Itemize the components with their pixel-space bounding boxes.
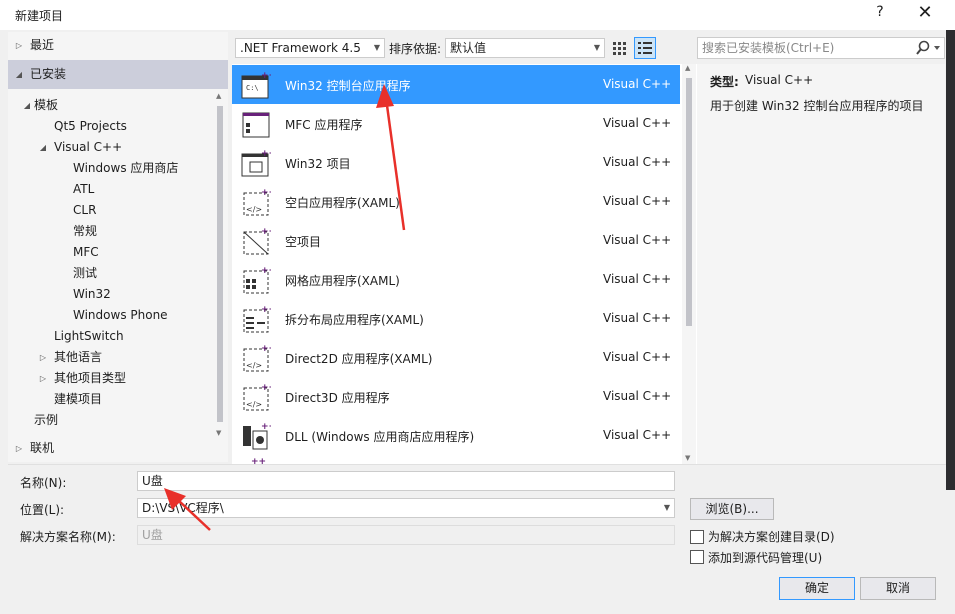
background-window-strip (946, 30, 955, 490)
template-win32-console[interactable]: C:\++ Win32 控制台应用程序 Visual C++ (232, 65, 680, 104)
svg-text:</>: </> (246, 361, 262, 370)
sort-label: 排序依据: (389, 42, 442, 56)
close-button[interactable]: ✕ (912, 2, 938, 26)
template-grid-app-xaml[interactable]: ++ 网格应用程序(XAML) Visual C++ (232, 260, 680, 299)
scroll-thumb[interactable] (217, 106, 223, 422)
template-dll-store[interactable]: ++ DLL (Windows 应用商店应用程序) Visual C++ (232, 416, 680, 455)
tree-item-samples[interactable]: 示例 (34, 410, 58, 431)
expand-right-icon[interactable]: ▷ (38, 368, 48, 389)
help-button[interactable]: ? (868, 4, 892, 26)
solution-name-label: 解决方案名称(M): (20, 530, 116, 544)
svg-text:</>: </> (246, 400, 262, 409)
svg-text:++: ++ (261, 227, 271, 237)
project-name-input[interactable]: U盘 (137, 471, 675, 491)
location-label: 位置(L): (20, 503, 65, 517)
grid-view-icon[interactable] (610, 38, 630, 58)
add-to-scm-checkbox[interactable] (690, 550, 704, 564)
description-panel: 类型: Visual C++ 用于创建 Win32 控制台应用程序的项目 (697, 64, 945, 464)
title-bar (0, 0, 955, 30)
expand-right-icon[interactable]: ▷ (38, 347, 48, 368)
svg-text:++: ++ (261, 71, 271, 81)
chevron-down-icon[interactable]: ▼ (664, 499, 670, 517)
window-title: 新建项目 (15, 9, 64, 23)
tree-item-test[interactable]: 测试 (73, 263, 97, 284)
framework-select[interactable]: .NET Framework 4.5 ▼ (235, 38, 385, 58)
tree-item-clr[interactable]: CLR (73, 200, 96, 221)
win32-project-icon: ++ (241, 148, 276, 178)
tree-item-lightswitch[interactable]: LightSwitch (54, 326, 124, 347)
chevron-down-icon: ▼ (593, 43, 600, 52)
location-input[interactable]: D:\VS\VC程序\ ▼ (137, 498, 675, 518)
template-direct2d-app[interactable]: </>++ Direct2D 应用程序(XAML) Visual C++ (232, 338, 680, 377)
description-text: 用于创建 Win32 控制台应用程序的项目 (710, 99, 924, 113)
split-layout-icon: ++ (241, 304, 276, 334)
partial-template-icon: ++ (251, 457, 267, 464)
cancel-button[interactable]: 取消 (860, 577, 936, 600)
expand-right-icon[interactable]: ▷ (14, 35, 24, 56)
svg-text:++: ++ (261, 344, 271, 354)
sort-select[interactable]: 默认值 ▼ (445, 38, 605, 58)
svg-text:++: ++ (261, 266, 271, 276)
template-direct3d-app[interactable]: </>++ Direct3D 应用程序 Visual C++ (232, 377, 680, 416)
expand-down-icon[interactable]: ◢ (14, 64, 24, 85)
svg-text:</>: </> (246, 205, 262, 214)
direct3d-icon: </> ++ (241, 382, 276, 412)
scroll-down-icon[interactable]: ▼ (685, 454, 690, 462)
svg-text:++: ++ (261, 383, 271, 393)
dll-icon: ++ (241, 421, 276, 451)
type-value: Visual C++ (745, 73, 814, 87)
tree-item-general[interactable]: 常规 (73, 221, 97, 242)
tree-item-atl[interactable]: ATL (73, 179, 94, 200)
ok-button[interactable]: 确定 (779, 577, 855, 600)
template-list-scrollbar[interactable]: ▲ ▼ (682, 64, 696, 464)
create-directory-checkbox[interactable] (690, 530, 704, 544)
template-split-app-xaml[interactable]: ++ 拆分布局应用程序(XAML) Visual C++ (232, 299, 680, 338)
expand-right-icon[interactable]: ▷ (14, 438, 24, 459)
scroll-up-icon[interactable]: ▲ (216, 92, 221, 100)
template-mfc-app[interactable]: MFC 应用程序 Visual C++ (232, 104, 680, 143)
scroll-down-icon[interactable]: ▼ (216, 429, 221, 437)
tree-item-mfc[interactable]: MFC (73, 242, 99, 263)
create-directory-label[interactable]: 为解决方案创建目录(D) (708, 528, 835, 545)
expand-down-icon[interactable]: ◢ (38, 137, 48, 158)
tree-item-qt5[interactable]: Qt5 Projects (54, 116, 127, 137)
template-empty-project[interactable]: ++ 空项目 Visual C++ (232, 221, 680, 260)
svg-text:++: ++ (261, 305, 271, 315)
direct2d-icon: </> ++ (241, 343, 276, 373)
tree-item-visual-cpp[interactable]: ◢ Visual C++ (8, 137, 122, 158)
scroll-thumb[interactable] (686, 78, 692, 326)
search-icon[interactable] (914, 39, 942, 57)
chevron-down-icon: ▼ (373, 43, 380, 52)
tree-item-windows-store[interactable]: Windows 应用商店 (73, 158, 178, 179)
svg-text:++: ++ (261, 188, 271, 198)
add-to-scm-label[interactable]: 添加到源代码管理(U) (708, 549, 822, 566)
svg-text:++: ++ (261, 422, 271, 432)
tree-scrollbar[interactable]: ▲ ▼ (214, 92, 226, 437)
tree-item-win32[interactable]: Win32 (73, 284, 111, 305)
type-label: 类型: (710, 75, 739, 89)
browse-button[interactable]: 浏览(B)... (690, 498, 774, 520)
search-input[interactable]: 搜索已安装模板(Ctrl+E) (697, 37, 945, 59)
list-view-icon[interactable] (634, 37, 656, 59)
template-list: C:\++ Win32 控制台应用程序 Visual C++ MFC 应用程序 … (232, 64, 697, 464)
expand-down-icon[interactable]: ◢ (22, 95, 32, 116)
name-label: 名称(N): (20, 476, 67, 490)
tree-item-installed[interactable]: ◢ 已安装 (8, 60, 228, 89)
blank-app-icon: </> ++ (241, 187, 276, 217)
template-win32-project[interactable]: ++ Win32 项目 Visual C++ (232, 143, 680, 182)
divider (8, 464, 946, 465)
console-app-icon: C:\++ (241, 70, 276, 100)
scroll-up-icon[interactable]: ▲ (685, 64, 690, 72)
empty-project-icon: ++ (241, 226, 276, 256)
category-tree: ▷ 最近 ◢ 已安装 ◢ 模板 Qt5 Projects ◢ Visual C+… (8, 32, 228, 462)
solution-name-input[interactable]: U盘 (137, 525, 675, 545)
tree-item-modeling[interactable]: 建模项目 (54, 389, 102, 410)
svg-text:++: ++ (261, 149, 271, 159)
tree-item-windows-phone[interactable]: Windows Phone (73, 305, 168, 326)
mfc-app-icon (241, 109, 271, 139)
svg-text:C:\: C:\ (246, 84, 259, 92)
template-blank-app-xaml[interactable]: </>++ 空白应用程序(XAML) Visual C++ (232, 182, 680, 221)
grid-app-icon: ++ (241, 265, 276, 295)
